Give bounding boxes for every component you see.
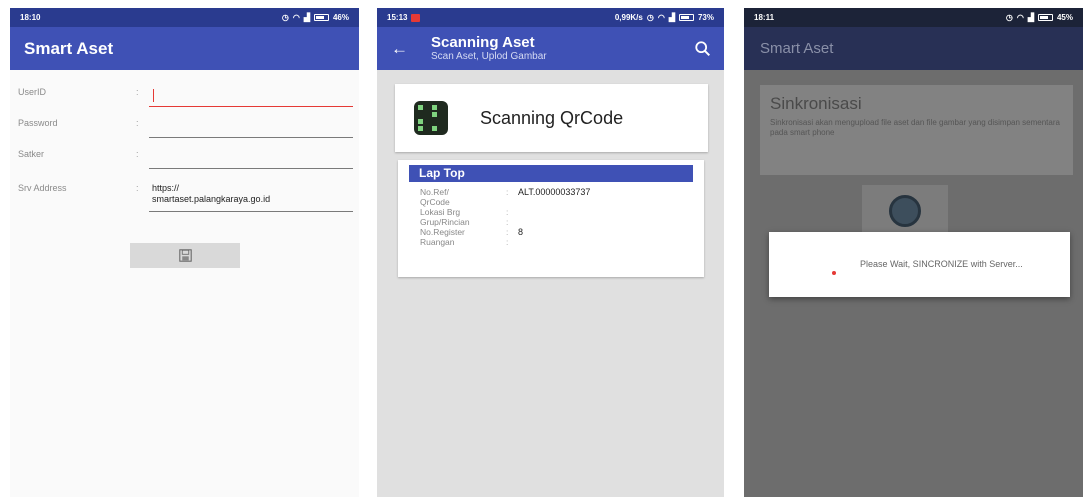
battery-icon [1037, 14, 1053, 21]
password-input[interactable] [149, 114, 353, 138]
detail-colon: : [506, 227, 509, 237]
detail-row: No.Ref/ : ALT.00000033737 [420, 187, 704, 197]
battery-level: 73% [697, 13, 714, 22]
login-form: UserID : Password : Satker : Srv Address… [10, 70, 359, 268]
detail-row: QrCode [420, 197, 704, 207]
detail-colon: : [506, 207, 509, 217]
phone-login-screen: 18:10 ◷ ◠ ▟ 46% Smart Aset UserID : Pass… [10, 8, 359, 497]
field-satker: Satker : [18, 138, 353, 169]
back-arrow-icon[interactable]: ← [391, 39, 431, 59]
detail-label: No.Ref/ [420, 187, 449, 197]
wifi-icon: ◠ [292, 13, 300, 22]
field-userid: UserID : [18, 76, 353, 107]
status-bar: 18:10 ◷ ◠ ▟ 46% [10, 8, 359, 27]
detail-label: Grup/Rincian [420, 217, 470, 227]
notification-icon [411, 13, 421, 22]
signal-icon: ▟ [668, 13, 675, 22]
sync-title: Sinkronisasi [770, 94, 862, 113]
phone-sync-screen: 18:11 ◷ ◠ ▟ 45% Smart Aset Sinkronisasi … [744, 8, 1083, 497]
app-bar: Smart Aset [10, 27, 359, 70]
satker-input[interactable] [149, 145, 353, 169]
asset-name-header: Lap Top [409, 165, 693, 182]
field-label: UserID [18, 87, 47, 97]
network-speed: 0,99K/s [614, 13, 643, 22]
detail-label: Ruangan [420, 237, 455, 247]
sync-icon [889, 195, 921, 227]
srv-address-line1: https:// [152, 183, 180, 193]
userid-input[interactable] [149, 83, 353, 107]
status-bar: 18:11 ◷ ◠ ▟ 45% [744, 8, 1083, 27]
signal-icon: ▟ [1027, 13, 1034, 22]
status-time: 18:10 [20, 13, 41, 22]
phone-scanning-screen: 15:13 0,99K/s ◷ ◠ ▟ 73% ← Scanning Aset … [377, 8, 724, 497]
battery-icon [313, 14, 329, 21]
detail-label: QrCode [420, 197, 450, 207]
detail-value: 8 [518, 227, 524, 237]
dialog-message: Please Wait, SINCRONIZE with Server... [860, 259, 1023, 269]
status-time: 18:11 [754, 13, 775, 22]
status-icons: ◷ ◠ ▟ 46% [282, 13, 349, 22]
status-icons: ◷ ◠ ▟ 45% [1006, 13, 1073, 22]
asset-detail-card: Lap Top No.Ref/ : ALT.00000033737 QrCode… [398, 160, 704, 277]
app-title: Smart Aset [24, 38, 114, 58]
battery-level: 45% [1056, 13, 1073, 22]
field-label: Srv Address [18, 183, 67, 193]
signal-icon: ▟ [303, 13, 310, 22]
app-bar: Smart Aset [744, 27, 1083, 70]
app-bar-titles: Scanning Aset Scan Aset, Uplod Gambar [431, 33, 694, 63]
qrcode-icon [414, 101, 448, 135]
status-icons: 0,99K/s ◷ ◠ ▟ 73% [615, 13, 714, 22]
field-colon: : [136, 118, 139, 128]
field-srv-address: Srv Address : https:// smartaset.palangk… [18, 169, 353, 215]
wifi-icon: ◠ [1016, 13, 1024, 22]
status-left: 15:13 [387, 13, 421, 22]
sync-card: Sinkronisasi Sinkronisasi akan menguploa… [760, 85, 1073, 175]
field-colon: : [136, 183, 139, 193]
progress-dialog: Please Wait, SINCRONIZE with Server... [769, 232, 1070, 297]
detail-label: Lokasi Brg [420, 207, 461, 217]
detail-value: ALT.00000033737 [518, 187, 591, 197]
field-colon: : [136, 87, 139, 97]
alarm-icon: ◷ [646, 13, 654, 22]
battery-icon [678, 14, 694, 21]
battery-level: 46% [332, 13, 349, 22]
save-button[interactable] [130, 243, 240, 268]
srv-address-input[interactable]: https:// smartaset.palangkaraya.go.id [149, 183, 353, 212]
app-title: Smart Aset [760, 40, 834, 57]
detail-row: Ruangan : [420, 237, 704, 247]
app-subtitle: Scan Aset, Uplod Gambar [431, 50, 547, 62]
srv-address-line2: smartaset.palangkaraya.go.id [152, 194, 271, 204]
sync-button[interactable] [862, 185, 948, 235]
detail-colon [506, 197, 518, 207]
scan-qrcode-button[interactable]: Scanning QrCode [395, 84, 708, 152]
field-colon: : [136, 149, 139, 159]
field-label: Password [18, 118, 58, 128]
save-icon [178, 249, 192, 262]
search-icon[interactable] [694, 40, 712, 58]
detail-row: Grup/Rincian : [420, 217, 704, 227]
detail-row: No.Register : 8 [420, 227, 704, 237]
detail-colon: : [506, 187, 509, 197]
alarm-icon: ◷ [1005, 13, 1013, 22]
app-title: Scanning Aset [431, 33, 535, 51]
detail-label: No.Register [420, 227, 465, 237]
status-bar: 15:13 0,99K/s ◷ ◠ ▟ 73% [377, 8, 724, 27]
scan-qrcode-label: Scanning QrCode [480, 107, 624, 128]
text-caret [153, 89, 154, 102]
status-time: 15:13 [387, 13, 408, 22]
field-password: Password : [18, 107, 353, 138]
asset-detail-list: No.Ref/ : ALT.00000033737 QrCode Lokasi … [398, 187, 704, 247]
field-label: Satker [18, 149, 45, 159]
progress-spinner-icon [832, 270, 836, 275]
alarm-icon: ◷ [281, 13, 289, 22]
sync-description: Sinkronisasi akan mengupload file aset d… [770, 118, 1060, 137]
detail-colon: : [506, 237, 509, 247]
app-bar: ← Scanning Aset Scan Aset, Uplod Gambar [377, 27, 724, 70]
wifi-icon: ◠ [657, 13, 665, 22]
detail-row: Lokasi Brg : [420, 207, 704, 217]
detail-colon: : [506, 217, 509, 227]
